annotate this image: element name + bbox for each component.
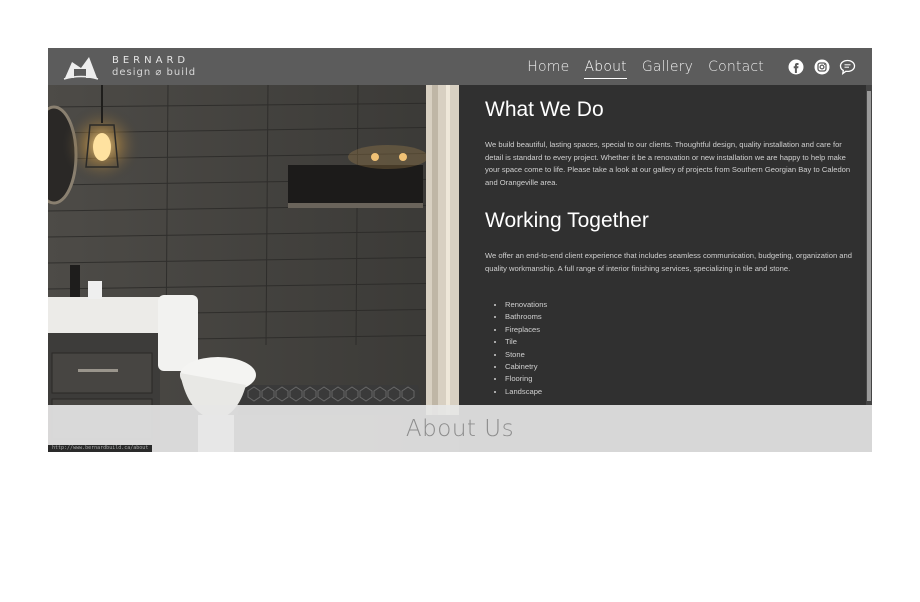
social-links	[778, 58, 856, 75]
main-menu: Home About Gallery Contact	[512, 58, 856, 79]
about-us-title: About Us	[405, 415, 515, 442]
top-navigation: BERNARD design ⌀ build Home About Galler…	[48, 48, 872, 85]
bathroom-photo	[48, 85, 459, 452]
brand-wordmark: BERNARD design ⌀ build	[112, 54, 197, 78]
what-we-do-text: We build beautiful, lasting spaces, spec…	[485, 140, 851, 187]
about-content-panel: What We Do We build beautiful, lasting s…	[459, 85, 866, 405]
panel-scrollbar[interactable]	[866, 85, 872, 405]
working-together-heading: Working Together	[485, 209, 649, 232]
house-logo-icon	[62, 52, 100, 82]
service-item: Cabinetry	[505, 361, 547, 373]
service-item: Tile	[505, 336, 547, 348]
nav-home[interactable]: Home	[527, 59, 569, 75]
service-item: Flooring	[505, 373, 547, 385]
about-us-banner: About Us	[48, 405, 872, 452]
service-item: Bathrooms	[505, 311, 547, 323]
nav-gallery[interactable]: Gallery	[642, 59, 693, 75]
working-together-text: We offer an end-to-end client experience…	[485, 251, 852, 273]
service-item: Landscape	[505, 386, 547, 398]
service-item: Fireplaces	[505, 324, 547, 336]
services-list: Renovations Bathrooms Fireplaces Tile St…	[485, 299, 547, 398]
instagram-icon[interactable]	[813, 58, 830, 75]
scrollbar-thumb[interactable]	[867, 91, 871, 401]
status-url: http://www.bernardbuild.ca/about	[48, 445, 153, 452]
service-item: Renovations	[505, 299, 547, 311]
nav-contact[interactable]: Contact	[708, 59, 764, 75]
nav-about[interactable]: About	[584, 59, 628, 79]
facebook-icon[interactable]	[787, 58, 804, 75]
service-item: Stone	[505, 349, 547, 361]
brand-logo[interactable]: BERNARD design ⌀ build	[62, 52, 196, 82]
brand-name: BERNARD	[112, 54, 190, 66]
site-frame: BERNARD design ⌀ build Home About Galler…	[48, 48, 872, 452]
what-we-do-heading: What We Do	[485, 98, 604, 121]
brand-tagline: design ⌀ build	[112, 66, 197, 78]
chat-icon[interactable]	[839, 58, 856, 75]
